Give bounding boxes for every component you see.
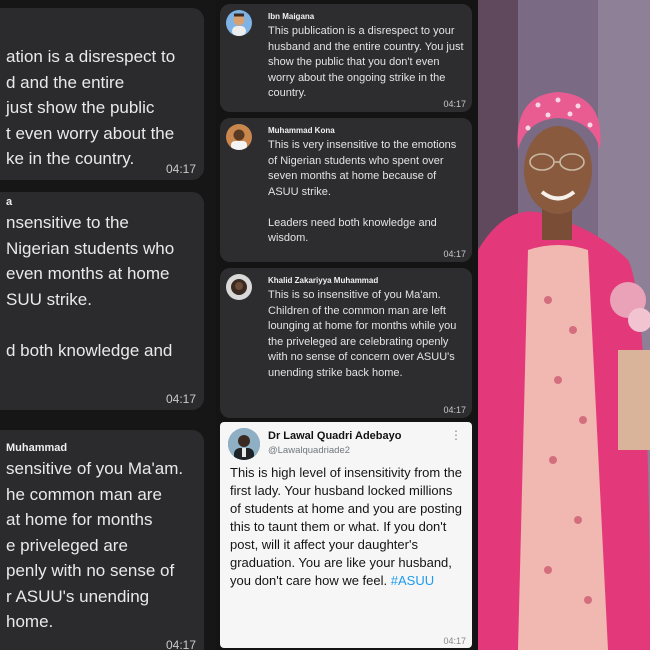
comment-text: This publication is a disrespect to your…	[268, 25, 464, 99]
comment-bubble-zoom-1: ation is a disrespect to d and the entir…	[0, 8, 204, 180]
comment-line: just show the public	[6, 98, 155, 117]
comments-panel: Ibn Maigana This publication is a disres…	[216, 0, 478, 650]
comment-line: d both knowledge and	[6, 340, 173, 360]
comment-paragraph: Leaders need both knowledge and wisdom.	[268, 216, 437, 245]
comment-line: ation is a disrespect to	[6, 47, 176, 66]
commenter-name: Muhammad	[6, 442, 68, 454]
comment-line: even months at home	[6, 264, 170, 283]
comment-line: r ASUU's unending	[6, 586, 150, 606]
timestamp: 04:17	[165, 392, 196, 406]
commenter-name: Ibn Maigana	[268, 12, 315, 21]
comment-line: e priveleged are	[6, 535, 128, 555]
timestamp: 04:17	[165, 638, 196, 650]
comment-paragraph: This is very insensitive to the emotions…	[268, 139, 457, 198]
tweet-author-handle[interactable]: @Lawalquadriade2	[268, 445, 350, 456]
portrait-illustration	[478, 0, 650, 650]
tweet-card: Dr Lawal Quadri Adebayo @Lawalquadriade2…	[220, 422, 472, 648]
more-options-icon[interactable]: ⋮	[450, 428, 462, 442]
tweet-body: This is high level of insensitivity from…	[230, 465, 462, 588]
comment-line: ke in the country.	[6, 149, 135, 168]
comment-card-3: Khalid Zakariyya Muhammad This is so ins…	[220, 268, 472, 418]
zoomed-comments-panel: ation is a disrespect to d and the entir…	[0, 0, 216, 650]
comment-line: penly with no sense of	[6, 561, 175, 580]
comment-bubble-zoom-3: Muhammad sensitive of you Ma'am. he comm…	[0, 430, 204, 650]
comment-line: SUU strike.	[6, 289, 92, 309]
comment-line: t even worry about the	[6, 123, 175, 143]
avatar	[226, 10, 252, 36]
comment-bubble-zoom-2: a nsensitive to the Nigerian students wh…	[0, 192, 204, 410]
commenter-name: Muhammad Kona	[268, 126, 335, 135]
hashtag-link[interactable]: #ASUU	[391, 573, 434, 588]
commenter-name: a	[6, 196, 13, 208]
timestamp: 04:17	[443, 249, 466, 259]
comment-line: at home for months	[6, 510, 153, 529]
tweet-text: This is high level of insensitivity from…	[230, 464, 466, 590]
comment-line	[6, 312, 190, 338]
comment-line: d and the entire	[6, 72, 125, 92]
comment-line: Nigerian students who	[6, 238, 175, 258]
first-lady-photo	[478, 0, 650, 650]
timestamp: 04:17	[165, 162, 196, 176]
avatar	[226, 124, 252, 150]
comment-line: sensitive of you Ma'am.	[6, 459, 184, 478]
comment-card-2: Muhammad Kona This is very insensitive t…	[220, 118, 472, 262]
comment-line: nsensitive to the	[6, 213, 129, 232]
comment-line: he common man are	[6, 484, 162, 504]
comment-card-1: Ibn Maigana This publication is a disres…	[220, 4, 472, 112]
timestamp: 04:17	[443, 405, 466, 415]
timestamp: 04:17	[443, 636, 466, 646]
comment-line: home.	[6, 612, 54, 631]
tweet-author-name[interactable]: Dr Lawal Quadri Adebayo	[268, 430, 401, 442]
comment-text: This is so insensitive of you Ma'am. Chi…	[268, 289, 457, 379]
avatar	[226, 274, 252, 300]
comment-text: This is very insensitive to the emotions…	[268, 138, 464, 247]
avatar	[228, 428, 260, 460]
timestamp: 04:17	[443, 99, 466, 109]
commenter-name: Khalid Zakariyya Muhammad	[268, 276, 379, 285]
